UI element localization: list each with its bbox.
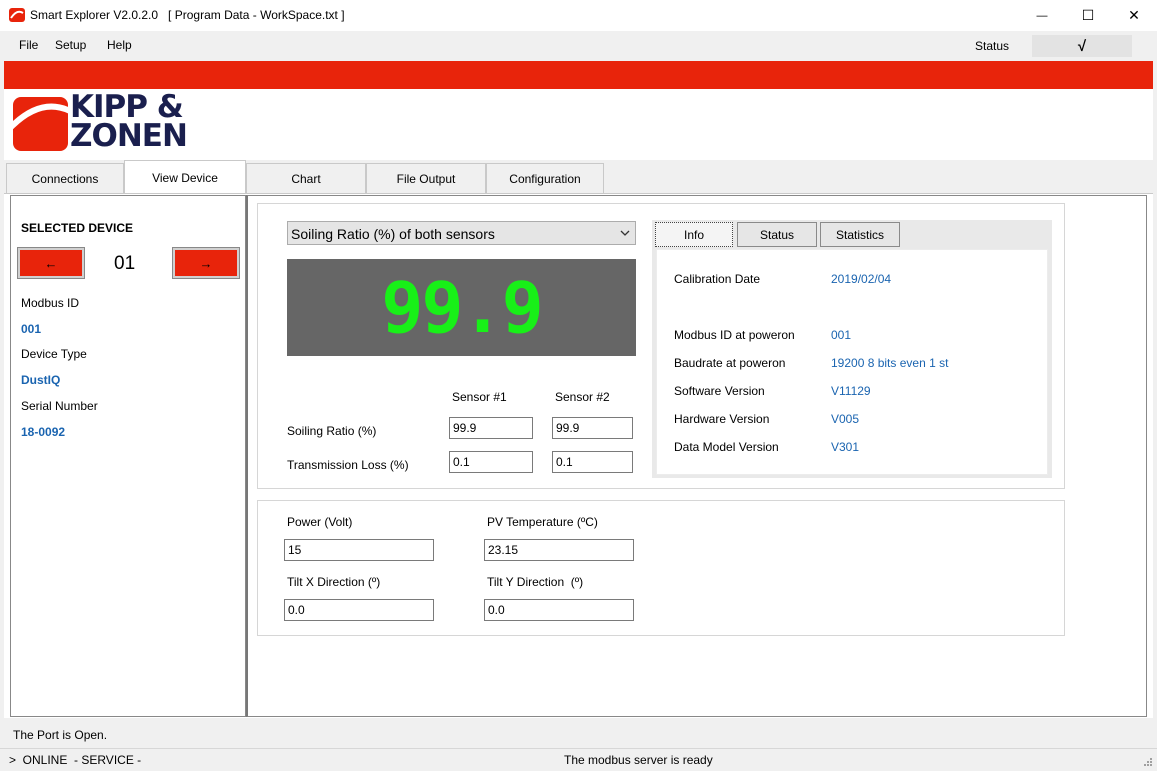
info-label: Software Version	[674, 384, 765, 398]
minimize-button[interactable]: —	[1019, 0, 1065, 31]
resize-grip-icon[interactable]	[1141, 757, 1153, 769]
sensor-2-header: Sensor #2	[555, 390, 610, 404]
info-label: Baudrate at poweron	[674, 356, 786, 370]
close-button[interactable]: ✕	[1111, 0, 1157, 31]
logo-area: KIPP & ZONEN	[4, 89, 1153, 160]
device-number: 01	[114, 253, 136, 274]
maximize-button[interactable]: ☐	[1065, 0, 1111, 31]
minimize-icon: —	[1036, 9, 1048, 22]
tilt-y-field[interactable]: 0.0	[484, 599, 634, 621]
sensor-1-header: Sensor #1	[452, 390, 507, 404]
status-bar: > ONLINE - SERVICE - The modbus server i…	[0, 748, 1157, 771]
brand-banner	[4, 61, 1153, 89]
tilt-x-label: Tilt X Direction (º)	[287, 575, 381, 589]
brand-logo-text: KIPP & ZONEN	[70, 92, 188, 154]
tab-file-output[interactable]: File Output	[366, 163, 486, 193]
status-label: Status	[975, 39, 1010, 53]
tab-connections[interactable]: Connections	[6, 163, 124, 193]
tilt-x-field[interactable]: 0.0	[284, 599, 434, 621]
maximize-icon: ☐	[1081, 7, 1095, 23]
chevron-down-icon	[620, 230, 630, 236]
device-type-value: DustIQ	[21, 373, 61, 387]
calibration-date-value: 2019/02/04	[831, 272, 892, 286]
measurement-select-value: Soiling Ratio (%) of both sensors	[291, 226, 495, 242]
status-indicator: √	[1032, 35, 1132, 57]
soiling-ratio-label: Soiling Ratio (%)	[287, 424, 377, 438]
pv-temperature-label: PV Temperature (ºC)	[487, 515, 598, 529]
menu-file[interactable]: File	[19, 38, 38, 52]
pv-temperature-field[interactable]: 23.15	[484, 539, 634, 561]
tab-view-device[interactable]: View Device	[124, 160, 246, 194]
subtab-status[interactable]: Status	[737, 222, 817, 247]
server-status: The modbus server is ready	[564, 753, 713, 767]
power-label: Power (Volt)	[287, 515, 353, 529]
value-display: 99.9	[287, 259, 636, 356]
menu-setup[interactable]: Setup	[55, 38, 86, 52]
info-value: V301	[831, 440, 860, 454]
prev-device-button[interactable]: ←	[17, 247, 85, 279]
modbus-id-value: 001	[21, 322, 42, 336]
soiling-ratio-sensor2-field[interactable]: 99.9	[552, 417, 633, 439]
info-label: Modbus ID at poweron	[674, 328, 795, 342]
serial-number-label: Serial Number	[21, 399, 98, 413]
info-value: V005	[831, 412, 860, 426]
measurement-select[interactable]: Soiling Ratio (%) of both sensors	[287, 221, 636, 245]
power-field[interactable]: 15	[284, 539, 434, 561]
serial-number-value: 18-0092	[21, 425, 66, 439]
tilt-y-label: Tilt Y Direction (º)	[487, 575, 584, 589]
calibration-date-label: Calibration Date	[674, 272, 761, 286]
close-icon: ✕	[1128, 7, 1140, 23]
brand-line-2: ZONEN	[70, 118, 188, 154]
info-value: V11129	[831, 384, 871, 398]
window-title: Smart Explorer V2.0.2.0 [ Program Data -…	[30, 8, 345, 22]
info-value: 19200 8 bits even 1 st	[831, 356, 949, 370]
next-device-button[interactable]: →	[172, 247, 240, 279]
device-type-label: Device Type	[21, 347, 87, 361]
app-icon	[9, 8, 25, 22]
kipp-zonen-logo-icon	[13, 97, 68, 151]
soiling-ratio-sensor1-field[interactable]: 99.9	[449, 417, 533, 439]
transmission-loss-label: Transmission Loss (%)	[287, 458, 409, 472]
transmission-loss-sensor2-field[interactable]: 0.1	[552, 451, 633, 473]
modbus-id-label: Modbus ID	[21, 296, 80, 310]
subtab-info[interactable]: Info	[655, 222, 733, 247]
selected-device-label: SELECTED DEVICE	[21, 221, 134, 235]
arrow-right-icon: →	[199, 255, 213, 271]
info-label: Hardware Version	[674, 412, 770, 426]
info-value: 001	[831, 328, 852, 342]
subtab-statistics[interactable]: Statistics	[820, 222, 900, 247]
big-value: 99.9	[381, 266, 544, 349]
tab-chart[interactable]: Chart	[246, 163, 366, 193]
info-label: Data Model Version	[674, 440, 779, 454]
menu-help[interactable]: Help	[107, 38, 132, 52]
mode-status: > ONLINE - SERVICE -	[9, 753, 142, 767]
arrow-left-icon: ←	[44, 255, 58, 271]
port-status: The Port is Open.	[13, 728, 108, 742]
title-bar[interactable]: Smart Explorer V2.0.2.0 [ Program Data -…	[0, 0, 1157, 31]
transmission-loss-sensor1-field[interactable]: 0.1	[449, 451, 533, 473]
tab-configuration[interactable]: Configuration	[486, 163, 604, 193]
